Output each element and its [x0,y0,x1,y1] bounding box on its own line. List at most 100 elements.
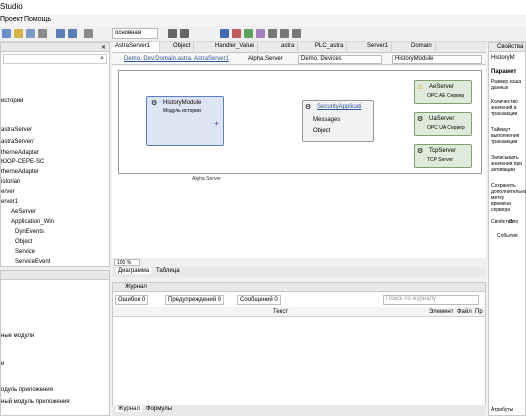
list-item[interactable]: одуль приложения [1,387,53,393]
properties-title: Свойства [497,44,524,50]
tree-item[interactable]: therneAdapter [1,150,39,156]
tab-diagram[interactable]: Диаграмма [116,268,152,274]
column-header[interactable]: Файл [457,309,472,315]
domain-select[interactable]: Demo. Devices [298,55,382,64]
node-title: AeServer [429,84,455,90]
warnings-filter[interactable]: Предупреждений 0 [165,295,225,305]
list-item[interactable]: и [1,361,4,367]
tab-server1[interactable]: Server1 [364,42,393,52]
tree-search-input[interactable]: ⌕ [3,54,107,64]
warning-icon: ⚠ [417,84,424,91]
column-header[interactable]: Пр [475,309,483,315]
tree-item[interactable]: erver [1,189,15,195]
column-header[interactable]: Элемент [429,309,453,315]
tree-item[interactable]: erver1 [1,199,18,205]
zoom-select[interactable]: 100 % [114,259,140,266]
property-row[interactable]: Сохранять дополнительно метку времени се… [491,183,526,213]
save-icon[interactable] [26,29,35,38]
open-icon[interactable] [14,29,23,38]
save-all-icon[interactable] [38,29,47,38]
tree-item[interactable]: Application_Win [11,219,54,225]
tree-item[interactable]: astraServer [1,127,32,133]
tab-plc-astra[interactable]: PLC_astra [312,42,348,52]
tab-table[interactable]: Таблица [156,268,180,274]
port-label: Object [313,128,331,134]
fit-icon[interactable] [180,29,189,38]
journal-grid-header: Текст Элемент Файл Пр [113,307,485,317]
journal-title: Журнал [125,284,147,290]
tree-item[interactable]: astraServer/ [1,139,34,145]
journal-search-input[interactable]: Поиск по журналу [383,295,479,305]
node-title: HistoryModule [163,100,202,106]
node-subtitle: OPC UA Сервер [427,125,465,131]
list-icon[interactable] [280,29,289,38]
properties-header: Свойства [489,43,525,52]
tab-journal[interactable]: Журнал [116,406,142,412]
property-row[interactable]: Размер кэша данных [491,79,525,91]
deploy-icon[interactable] [244,29,253,38]
properties-target: HistoryM [491,55,515,61]
properties-section: Парамет [491,69,517,75]
attributes-tab[interactable]: Атрибуты [491,407,513,413]
grid-icon[interactable] [292,29,301,38]
journal-panel: Журнал Ошибок 0 Предупреждений 0 Сообщен… [112,282,486,416]
tab-domain[interactable]: Domain [408,42,436,52]
tree-item[interactable]: Service [15,249,35,255]
stop-icon[interactable] [232,29,241,38]
property-row[interactable]: Количество значений в транзакции [491,99,525,117]
app-title: Studio [0,2,23,11]
tree-item[interactable]: ЮОР-СЕРЕ-SC [1,159,44,165]
menu-bar: Проект Помощь [0,14,526,26]
property-row[interactable]: Таймаут выполнения транзакции [491,127,525,145]
tree-item[interactable]: истории [1,98,23,104]
module-icon[interactable] [256,29,265,38]
node-title: SecurityApplicati [317,104,362,110]
diagram-canvas[interactable]: Alpha Server ⚙ HistoryModule Модуль исто… [112,66,486,258]
tree-item[interactable]: DynEvents [15,229,44,235]
config-combo[interactable]: основная [112,28,158,39]
tab-handler-value[interactable]: Handler_Value [212,42,259,52]
node-subtitle: OPC AE Сервер [427,93,465,99]
events-header: События [497,233,518,239]
tab-astraserver1[interactable]: AstraServer1 [112,42,160,52]
build-icon[interactable] [84,29,93,38]
add-port-icon[interactable]: + [214,119,219,128]
node-subtitle: TCP Server [427,157,454,163]
settings-icon[interactable] [268,29,277,38]
run-icon[interactable] [220,29,229,38]
elements-tab[interactable]: Эле [509,219,518,225]
messages-filter[interactable]: Сообщений 0 [237,295,281,305]
ua-server-node[interactable]: ⚙ UaServer OPC UA Сервер [414,112,472,136]
node-subtitle: Модуль истории [163,108,201,114]
toolbar: основная [0,26,526,42]
column-header[interactable]: Текст [273,309,288,315]
tree-item[interactable]: ServiceEvent [15,259,50,265]
property-row[interactable]: Записывать значения при активации [491,155,525,173]
tree-item[interactable]: istorian [1,179,20,185]
ae-server-node[interactable]: ⚠ AeServer OPC AE Сервер [414,80,472,104]
tab-astra[interactable]: astra [278,42,299,52]
menu-item-help[interactable]: Помощь [24,16,51,23]
server-frame-label: Alpha Server [192,176,221,182]
tab-object[interactable]: Object [170,42,195,52]
list-item[interactable]: ный модуль приложения [1,399,70,405]
new-icon[interactable] [2,29,11,38]
security-app-node[interactable]: ⚙ SecurityApplicati Messages Object [302,100,374,142]
close-icon[interactable]: ✕ [101,44,106,51]
redo-icon[interactable] [68,29,77,38]
tree-item[interactable]: Object [15,239,32,245]
history-module-node[interactable]: ⚙ HistoryModule Модуль истории + [146,96,224,146]
tab-formulas[interactable]: Формулы [146,406,172,412]
tree-item[interactable]: therneAdapter [1,169,39,175]
document-tabs: AstraServer1 Object Handler_Value astra … [112,42,486,53]
list-item[interactable]: ные модули [1,333,34,339]
zoom-icon[interactable] [168,29,177,38]
bottom-tabs: Журнал Формулы [112,405,486,416]
object-path-link[interactable]: Demo. Dev.Domain.astra. AstraServer1 [124,56,229,62]
errors-filter[interactable]: Ошибок 0 [115,295,149,305]
menu-item-project[interactable]: Проект [0,16,23,23]
module-select[interactable]: HistoryModule [392,55,482,64]
tcp-server-node[interactable]: ⚙ TcpServer TCP Server [414,144,472,168]
undo-icon[interactable] [56,29,65,38]
tree-item[interactable]: AeServer [11,209,36,215]
